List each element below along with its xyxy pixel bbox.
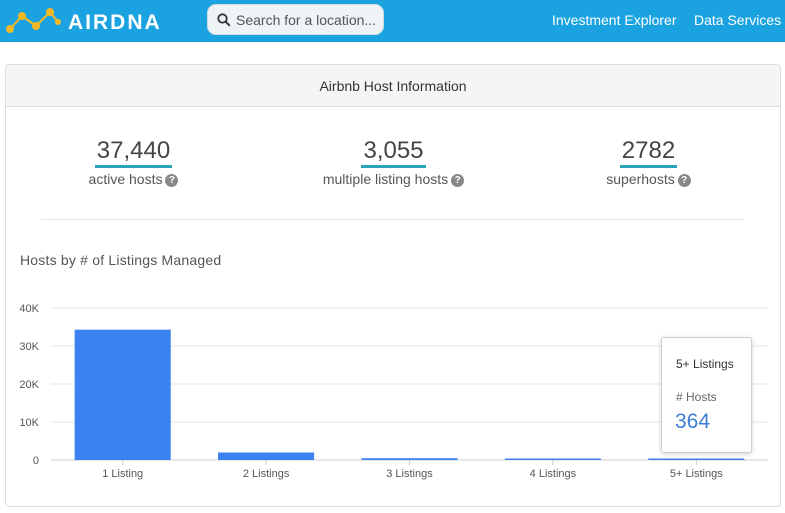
tooltip-value: 364 (675, 410, 711, 433)
x-tick-label: 5+ Listings (670, 468, 723, 480)
x-tick-label: 2 Listings (243, 468, 290, 480)
chart-bar (218, 452, 315, 460)
x-tick-label: 4 Listings (530, 468, 577, 480)
stat-value: 37,440 (94, 137, 173, 168)
chart-title: Hosts by # of Listings Managed (20, 252, 222, 268)
chart-bar (648, 458, 745, 460)
help-icon[interactable]: ? (451, 174, 465, 187)
top-navigation-bar: AIRDNA Investment Explorer Data Services (0, 0, 785, 42)
stat-label-row: superhosts? (586, 171, 711, 187)
logo-text: AIRDNA (68, 11, 162, 34)
stat-value: 2782 (619, 137, 678, 168)
x-tick-label: 1 Listing (102, 468, 143, 480)
stat-value: 3,055 (361, 137, 426, 168)
stat-label: superhosts (606, 171, 675, 187)
host-information-panel: Airbnb Host Information 37,440 active ho… (5, 64, 781, 507)
airdna-logo[interactable]: AIRDNA (4, 4, 194, 38)
nav-investment-explorer[interactable]: Investment Explorer (552, 12, 677, 28)
stat-multiple-listing-hosts: 3,055 multiple listing hosts? (306, 137, 481, 187)
stat-label-row: active hosts? (66, 171, 201, 187)
y-tick-label: 40K (19, 303, 39, 315)
logo-icon (6, 8, 61, 33)
search-input[interactable] (236, 10, 381, 30)
x-tick-label: 3 Listings (386, 468, 433, 480)
chart-bar (74, 329, 171, 460)
panel-header: Airbnb Host Information (6, 65, 780, 107)
nav-data-services[interactable]: Data Services (694, 12, 781, 28)
y-tick-label: 20K (19, 379, 39, 391)
y-tick-label: 10K (19, 417, 39, 429)
stat-active-hosts: 37,440 active hosts? (66, 137, 201, 187)
help-icon[interactable]: ? (677, 174, 691, 187)
panel-title: Airbnb Host Information (319, 78, 467, 94)
location-search-box[interactable] (207, 4, 384, 35)
chart-tooltip: 5+ Listings # Hosts 364 (661, 337, 752, 453)
stat-label: active hosts (88, 171, 163, 187)
divider (41, 219, 744, 220)
stat-superhosts: 2782 superhosts? (586, 137, 711, 187)
tooltip-label: # Hosts (676, 390, 717, 404)
stat-label: multiple listing hosts (322, 171, 449, 187)
y-tick-label: 30K (19, 341, 39, 353)
y-tick-label: 0 (33, 455, 39, 467)
help-icon[interactable]: ? (165, 174, 179, 187)
search-icon (217, 13, 231, 27)
chart-bar (361, 458, 458, 460)
tooltip-title: 5+ Listings (676, 357, 734, 371)
chart-bar (504, 458, 601, 460)
stat-label-row: multiple listing hosts? (306, 171, 481, 187)
